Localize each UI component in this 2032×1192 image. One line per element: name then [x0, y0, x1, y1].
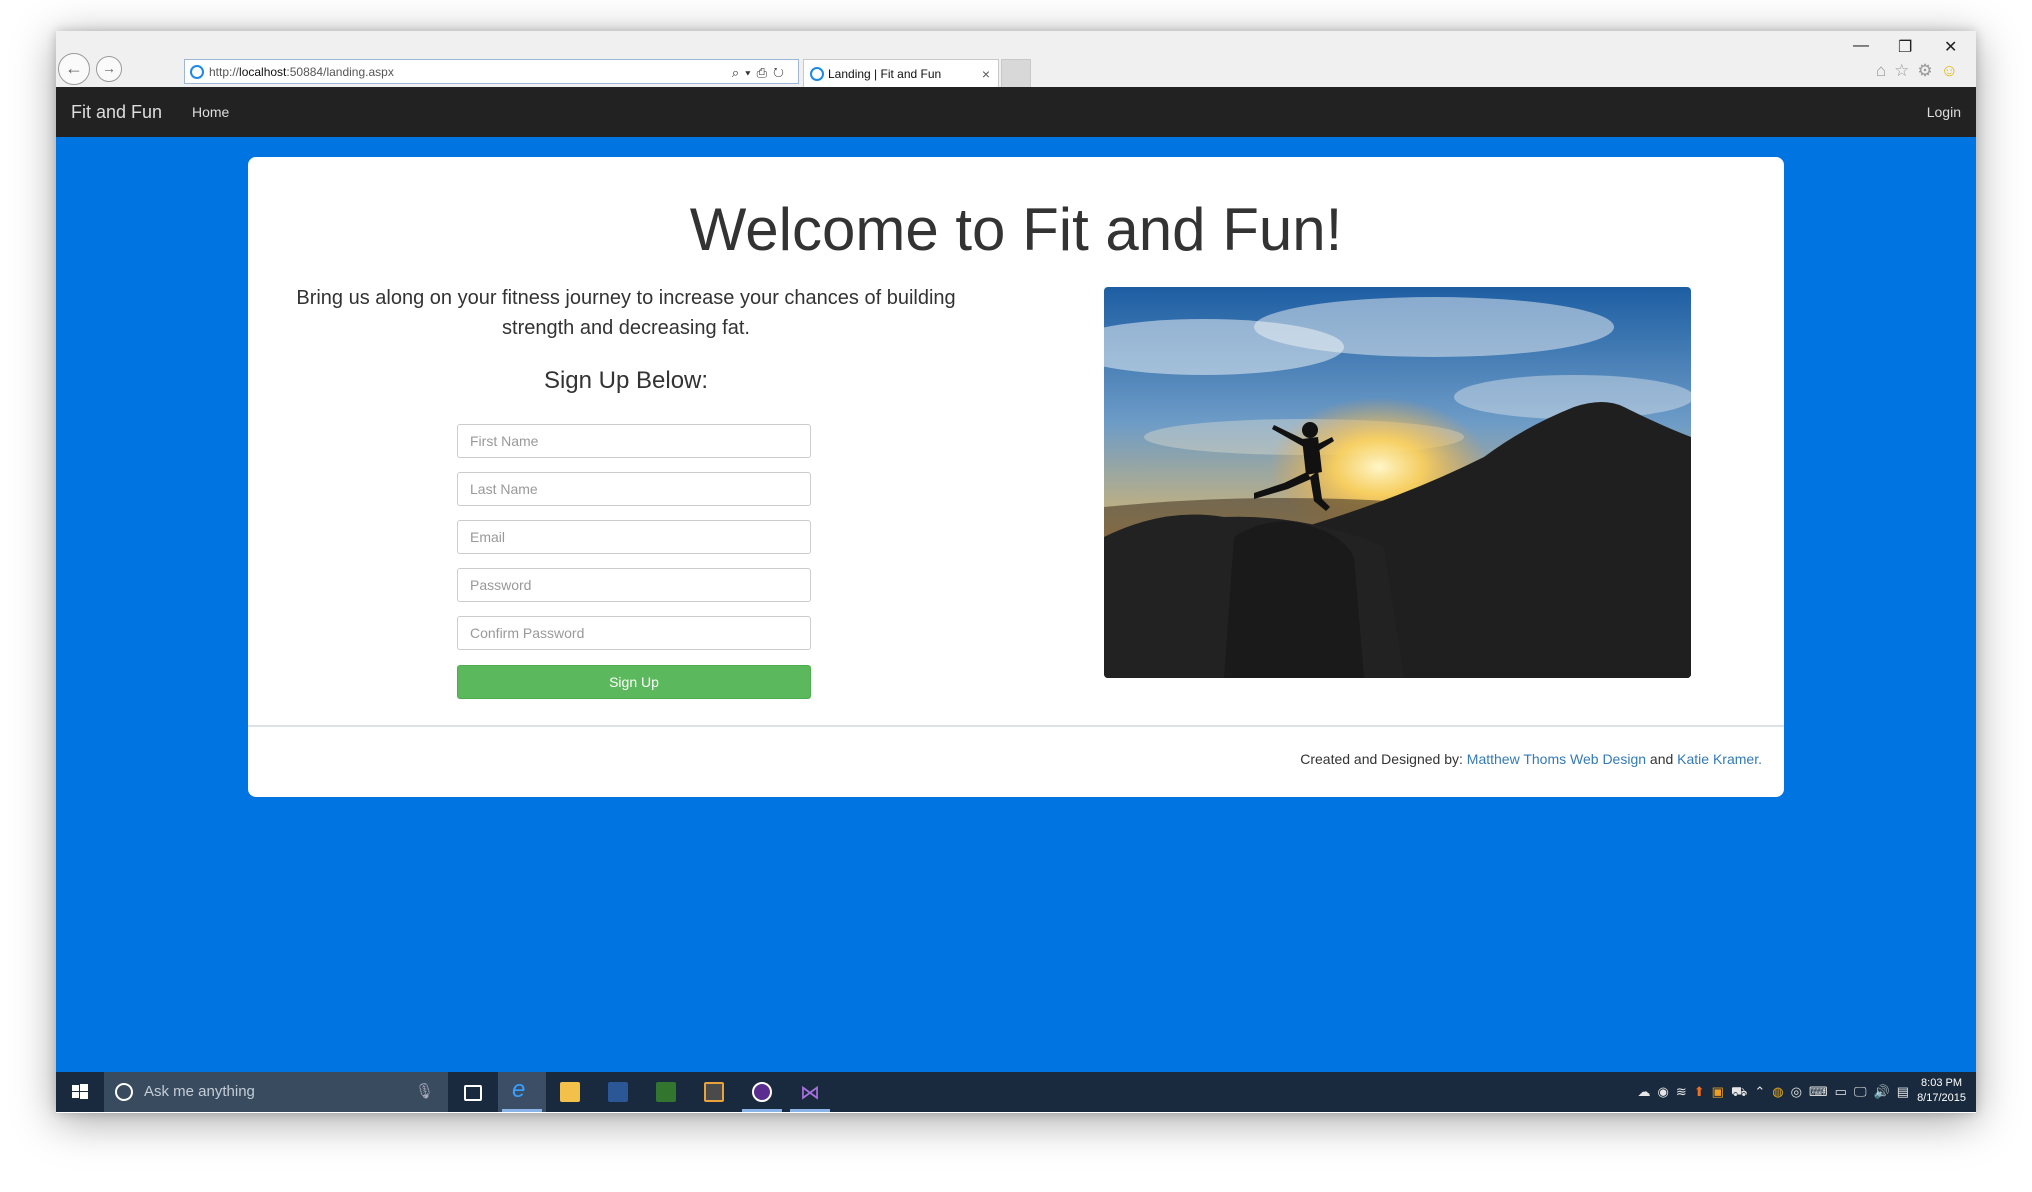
app-icon: [752, 1082, 772, 1102]
forward-button[interactable]: →: [96, 56, 122, 82]
tab-title: Landing | Fit and Fun: [828, 67, 942, 81]
task-view-icon: [464, 1085, 482, 1101]
credits-link-katie[interactable]: Katie Kramer.: [1677, 751, 1762, 767]
taskbar-edge[interactable]: e: [498, 1072, 546, 1112]
browser-chrome: — ❐ ✕ ← → http://localhost:50884/landing…: [56, 31, 1976, 88]
address-path: :50884/landing.aspx: [286, 65, 394, 79]
taskbar-word[interactable]: [594, 1072, 642, 1112]
refresh-icon[interactable]: ↻: [773, 65, 790, 80]
edge-icon: e: [512, 1076, 526, 1103]
word-icon: [608, 1082, 628, 1102]
navbar-brand[interactable]: Fit and Fun: [71, 87, 162, 137]
footer-credits: Created and Designed by: Matthew Thoms W…: [1300, 751, 1762, 767]
address-bar[interactable]: http://localhost:50884/landing.aspx ⌕▾⎙↻: [184, 59, 799, 84]
back-button[interactable]: ←: [58, 53, 90, 85]
top-navbar: Fit and Fun Home Login: [56, 87, 1976, 137]
page-title: Welcome to Fit and Fun!: [689, 196, 1343, 263]
browser-toolbar-icons: ⌂☆⚙☺: [1876, 61, 1966, 81]
project-icon: [656, 1082, 676, 1102]
arrow-left-icon: ←: [65, 58, 83, 78]
tray-car-icon[interactable]: ⛟: [1731, 1084, 1754, 1099]
battery-icon[interactable]: ▭: [1835, 1084, 1854, 1099]
windows-logo-icon: [72, 1084, 88, 1099]
credits-middle: and: [1646, 751, 1678, 767]
ie-page-icon: [190, 65, 204, 79]
start-button[interactable]: [56, 1072, 104, 1112]
volume-icon[interactable]: 🔊: [1874, 1084, 1897, 1099]
dropdown-icon[interactable]: ▾: [745, 65, 756, 80]
cortana-icon: [115, 1083, 133, 1101]
footer-divider: [248, 725, 1784, 727]
smiley-icon[interactable]: ☺: [1941, 61, 1966, 80]
system-tray: ☁◉≋⬆▣⛟⌃◍◎⌨▭🖵🔊▤: [1638, 1072, 1917, 1112]
last-name-input[interactable]: [457, 472, 811, 506]
file-explorer-icon: [560, 1082, 580, 1102]
task-view-button[interactable]: [448, 1072, 496, 1112]
credits-link-matthew[interactable]: Matthew Thoms Web Design: [1467, 751, 1646, 767]
nav-home-link[interactable]: Home: [192, 87, 229, 137]
confirm-password-input[interactable]: [457, 616, 811, 650]
notifications-icon[interactable]: ▤: [1897, 1084, 1916, 1099]
nav-login-link[interactable]: Login: [1927, 87, 1961, 137]
taskbar-project[interactable]: [642, 1072, 690, 1112]
close-window-button[interactable]: ✕: [1944, 37, 1957, 57]
email-input[interactable]: [457, 520, 811, 554]
ie-tab-icon: [810, 67, 824, 81]
tray-stack-icon[interactable]: ≋: [1676, 1084, 1694, 1099]
taskbar-app[interactable]: [738, 1072, 786, 1112]
hero-photo: [1104, 287, 1691, 678]
sublime-icon: [704, 1082, 724, 1102]
cortana-search-box[interactable]: Ask me anything 🎙: [104, 1072, 448, 1112]
search-icon[interactable]: ⌕: [732, 65, 745, 80]
first-name-input[interactable]: [457, 424, 811, 458]
tray-disk-icon[interactable]: ◎: [1791, 1084, 1809, 1099]
signup-heading: Sign Up Below:: [543, 367, 709, 394]
clock[interactable]: 8:03 PM 8/17/2015: [1917, 1076, 1966, 1106]
onedrive-icon[interactable]: ☁: [1638, 1084, 1658, 1099]
restore-button[interactable]: ❐: [1898, 37, 1912, 57]
visual-studio-icon: ⋈: [800, 1082, 820, 1104]
intro-text: Bring us along on your fitness journey t…: [296, 287, 956, 339]
arrow-right-icon: →: [102, 60, 116, 76]
tab-close-button[interactable]: ×: [982, 60, 990, 88]
search-placeholder: Ask me anything: [144, 1083, 255, 1100]
signup-button[interactable]: Sign Up: [457, 665, 811, 699]
home-icon[interactable]: ⌂: [1876, 61, 1894, 80]
tray-chevron-icon[interactable]: ⌃: [1754, 1084, 1772, 1099]
network-icon[interactable]: 🖵: [1854, 1084, 1874, 1099]
tray-square-icon[interactable]: ▣: [1712, 1084, 1731, 1099]
taskbar: Ask me anything 🎙 e ⋈ ☁◉≋⬆▣⛟⌃◍◎⌨▭🖵🔊▤ 8:0…: [56, 1072, 1976, 1112]
compat-view-icon[interactable]: ⎙: [757, 65, 773, 80]
tab-landing[interactable]: Landing | Fit and Fun ×: [803, 59, 999, 87]
address-host: localhost: [239, 65, 287, 79]
minimize-button[interactable]: —: [1853, 37, 1869, 55]
new-tab-button[interactable]: [1001, 59, 1031, 88]
clock-time: 8:03 PM: [1921, 1077, 1963, 1089]
sunset-jumper-image: [1104, 287, 1691, 678]
microphone-icon[interactable]: 🎙: [415, 1082, 434, 1100]
star-icon[interactable]: ☆: [1894, 61, 1917, 80]
update-icon[interactable]: ⬆: [1694, 1084, 1712, 1099]
keyboard-icon[interactable]: ⌨: [1809, 1084, 1835, 1099]
password-input[interactable]: [457, 568, 811, 602]
credits-prefix: Created and Designed by:: [1300, 751, 1467, 767]
clock-date: 8/17/2015: [1917, 1092, 1966, 1104]
tray-app-icon[interactable]: ◉: [1658, 1084, 1676, 1099]
page-content: Fit and Fun Home Login Welcome to Fit an…: [56, 87, 1976, 1072]
gear-icon[interactable]: ⚙: [1917, 61, 1940, 80]
chrome-icon[interactable]: ◍: [1772, 1084, 1790, 1099]
taskbar-file-explorer[interactable]: [546, 1072, 594, 1112]
taskbar-visual-studio[interactable]: ⋈: [786, 1072, 834, 1112]
welcome-card: Welcome to Fit and Fun! Bring us along o…: [248, 157, 1784, 797]
address-prefix: http://: [209, 65, 240, 79]
taskbar-sublime[interactable]: [690, 1072, 738, 1112]
